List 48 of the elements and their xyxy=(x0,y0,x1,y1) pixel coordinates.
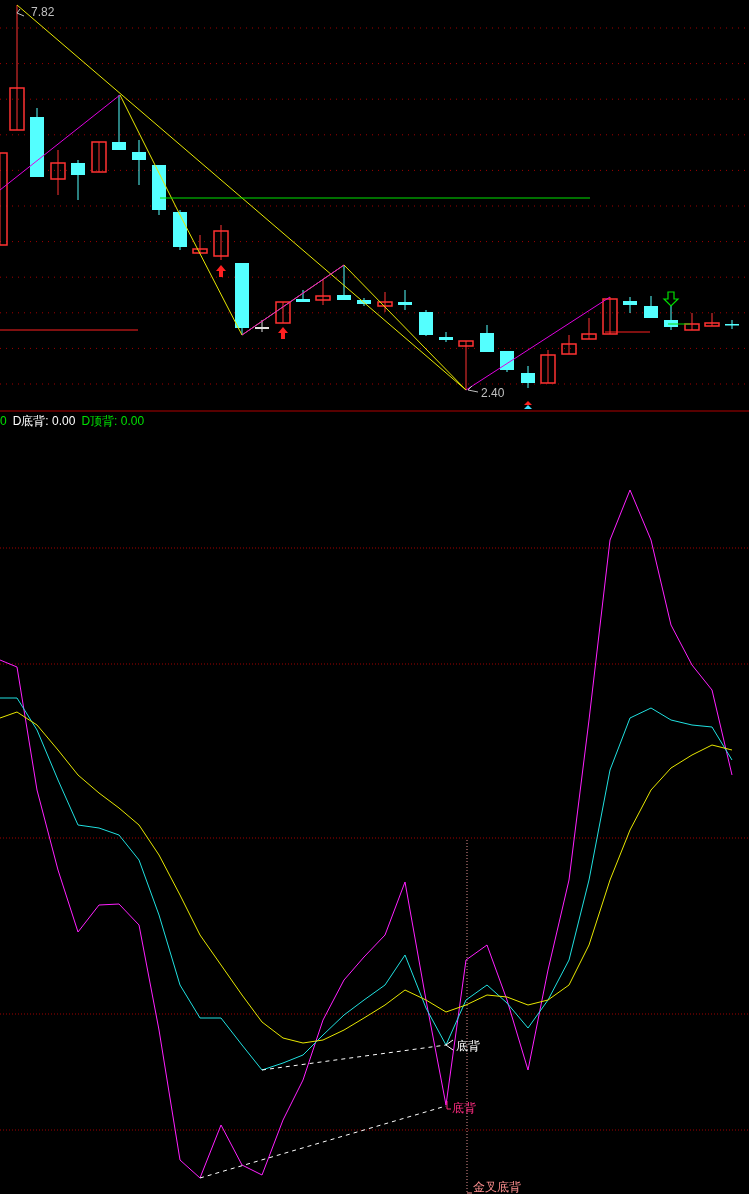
candlestick xyxy=(581,317,597,340)
candlestick xyxy=(439,331,453,343)
candlestick xyxy=(315,279,331,306)
candlestick xyxy=(540,349,556,384)
down-arrow-icon xyxy=(662,291,680,307)
candlestick xyxy=(192,234,208,254)
candlestick xyxy=(377,291,393,313)
price-label: 2.40 xyxy=(481,386,505,400)
candlestick xyxy=(521,365,535,389)
candlestick xyxy=(419,309,433,337)
legend-item: D底背: 0.00 xyxy=(12,412,76,430)
candlestick xyxy=(255,319,269,333)
candlestick xyxy=(337,264,351,301)
signal-label: 底背 xyxy=(456,1039,480,1053)
candlestick xyxy=(684,312,700,331)
candlestick xyxy=(152,164,166,216)
candlestick xyxy=(357,297,371,307)
candlestick xyxy=(561,334,577,355)
candlestick xyxy=(132,139,146,186)
candlestick xyxy=(71,159,85,201)
candlestick xyxy=(458,340,474,391)
level-line xyxy=(667,323,691,325)
candlestick xyxy=(112,94,126,151)
signal-label: 底背 xyxy=(452,1101,476,1115)
candlestick xyxy=(602,296,618,335)
candlestick xyxy=(213,224,229,261)
candlestick xyxy=(480,324,494,353)
candlestick xyxy=(644,295,658,319)
candlestick xyxy=(725,319,739,330)
candlestick xyxy=(91,141,107,173)
candlestick xyxy=(296,289,310,303)
double-up-arrow-icon xyxy=(524,401,532,409)
legend-item: D顶背: 0.00 xyxy=(81,412,145,430)
level-line xyxy=(604,331,651,333)
legend-item: 0 xyxy=(0,414,7,428)
candlestick xyxy=(275,301,291,324)
signal-label: 金叉底背 xyxy=(473,1180,521,1194)
candlestick xyxy=(173,209,187,251)
candlestick xyxy=(704,312,720,327)
candlestick xyxy=(50,149,66,196)
up-arrow-icon xyxy=(278,327,288,339)
up-arrow-icon xyxy=(216,265,226,277)
candlestick xyxy=(500,350,514,373)
candlestick xyxy=(664,304,678,331)
candlestick xyxy=(30,107,44,178)
candlestick xyxy=(623,296,637,314)
price-label: 7.82 xyxy=(31,5,55,19)
candlestick xyxy=(398,289,412,311)
